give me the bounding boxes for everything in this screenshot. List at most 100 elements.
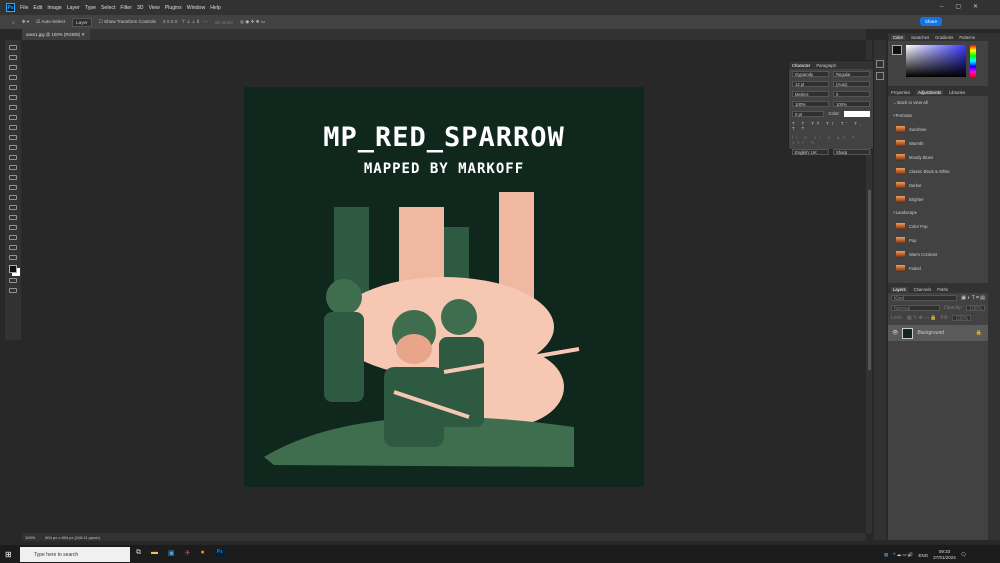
windows-start-icon[interactable]: ⊞ <box>5 550 12 559</box>
pen-tool-icon[interactable] <box>9 195 17 200</box>
adjustment-preset[interactable]: Brighter <box>888 192 988 206</box>
baseline-shift-field[interactable]: 0 pt <box>792 111 825 117</box>
filter-icons[interactable]: ▣ ◐ T ⌗ ▤ <box>961 295 985 301</box>
eraser-tool-icon[interactable] <box>9 155 17 160</box>
character-panel-icon[interactable] <box>876 60 884 68</box>
adjustment-preset[interactable]: Darker <box>888 178 988 192</box>
blur-tool-icon[interactable] <box>9 175 17 180</box>
menu-image[interactable]: Image <box>47 5 61 11</box>
zoom-level[interactable]: 100% <box>25 535 35 540</box>
3d-tool-icons[interactable]: ◎ ◉ ✣ ✥ ▭ <box>240 19 265 25</box>
fill-field[interactable]: 100% <box>952 315 972 322</box>
horizontal-scale-field[interactable]: 100% <box>833 101 870 107</box>
taskbar-search-input[interactable]: Type here to search <box>20 547 130 562</box>
adjustment-preset[interactable]: Classic Black & White <box>888 164 988 178</box>
document-dimensions[interactable]: 804 px x 804 px (118.11 ppcm) <box>45 535 100 540</box>
adjustment-preset[interactable]: Warm Contrast <box>888 247 988 261</box>
gradient-tool-icon[interactable] <box>9 165 17 170</box>
color-picker-field[interactable] <box>906 45 966 77</box>
screen-mode-icon[interactable] <box>9 288 17 293</box>
layer-row-background[interactable]: 👁 Background 🔒 <box>888 325 988 341</box>
adjustment-preset[interactable]: Sunshine <box>888 122 988 136</box>
vertical-scale-field[interactable]: 100% <box>792 101 829 107</box>
opentype-buttons[interactable]: fi ơ st A ad T 1st ½ <box>789 133 873 147</box>
home-icon[interactable]: ⌂ <box>12 20 15 25</box>
tab-gradients[interactable]: Gradients <box>935 35 953 40</box>
paragraph-panel-icon[interactable] <box>876 72 884 80</box>
tab-libraries[interactable]: Libraries <box>949 90 965 95</box>
type-style-buttons[interactable]: T T TT Tт T' T, T T <box>789 119 873 133</box>
auto-select-checkbox[interactable]: ☑ Auto-Select <box>36 19 65 25</box>
menu-edit[interactable]: Edit <box>33 5 42 11</box>
foreground-color-swatch[interactable] <box>892 45 902 55</box>
firefox-icon[interactable]: ● <box>201 549 205 557</box>
widgets-icon[interactable]: ▦ <box>884 552 888 558</box>
align-icons[interactable]: ≡ ≡ ≡ ≡ ⊤ ⊥ ⊥ ‖ ··· <box>163 19 208 25</box>
move-tool-icon[interactable]: ✥ ▾ <box>22 19 29 25</box>
menu-filter[interactable]: Filter <box>120 5 132 11</box>
blend-mode-select[interactable]: Normal <box>891 305 940 312</box>
menu-window[interactable]: Window <box>187 5 205 11</box>
document-tab[interactable]: sass1.jpg @ 100% (RGB/8) ✕ <box>22 29 90 40</box>
menu-view[interactable]: View <box>149 5 160 11</box>
task-view-icon[interactable]: ⧉ <box>136 549 141 557</box>
share-button[interactable]: Share <box>920 17 942 26</box>
quick-mask-icon[interactable] <box>9 278 17 283</box>
lasso-tool-icon[interactable] <box>9 65 17 70</box>
tracking-field[interactable]: 0 <box>833 91 870 97</box>
adjustment-preset[interactable]: Warmth <box>888 136 988 150</box>
adjustment-group-portraits[interactable]: ˅ Portraits <box>888 109 988 122</box>
zoom-tool-icon[interactable] <box>9 245 17 250</box>
tab-layers[interactable]: Layers <box>891 286 908 292</box>
leading-field[interactable]: (Auto) <box>833 81 870 87</box>
tab-character[interactable]: Character <box>792 63 810 68</box>
eyedropper-tool-icon[interactable] <box>9 105 17 110</box>
photoshop-taskbar-icon[interactable]: Ps <box>214 549 225 557</box>
adjustment-preset[interactable]: Faded <box>888 261 988 275</box>
tray-icons[interactable]: ^ ☁ ▭ 🔊 <box>893 552 913 558</box>
healing-tool-icon[interactable] <box>9 115 17 120</box>
notifications-icon[interactable]: 🗨 <box>961 552 967 558</box>
hue-slider[interactable] <box>970 45 976 77</box>
show-transform-checkbox[interactable]: ☐ Show Transform Controls <box>99 19 156 25</box>
layer-filter-select[interactable]: Kind <box>891 295 958 302</box>
menu-help[interactable]: Help <box>210 5 221 11</box>
dodge-tool-icon[interactable] <box>9 185 17 190</box>
visibility-eye-icon[interactable]: 👁 <box>892 330 898 336</box>
more-tools-icon[interactable] <box>9 255 17 260</box>
tab-patterns[interactable]: Patterns <box>959 35 975 40</box>
frame-tool-icon[interactable] <box>9 95 17 100</box>
brush-tool-icon[interactable] <box>9 125 17 130</box>
tab-channels[interactable]: Channels <box>914 287 932 292</box>
adjustment-group-landscape[interactable]: ˅ Landscape <box>888 206 988 219</box>
text-color-swatch[interactable] <box>843 111 871 117</box>
adjustment-preset[interactable]: Color Pop <box>888 219 988 233</box>
marquee-tool-icon[interactable] <box>9 55 17 60</box>
color-swatches[interactable] <box>9 265 17 273</box>
font-style-select[interactable]: Regular <box>833 71 870 77</box>
language-indicator[interactable]: ENG <box>918 553 928 558</box>
tab-color[interactable]: Color <box>891 34 906 40</box>
stamp-tool-icon[interactable] <box>9 135 17 140</box>
hand-tool-icon[interactable] <box>9 235 17 240</box>
lock-icons[interactable]: ▦ ✎ ✥ ▭ 🔒 <box>907 315 937 321</box>
app-icon[interactable]: ✈ <box>185 549 191 557</box>
antialias-select[interactable]: Sharp <box>833 149 870 155</box>
move-tool-icon[interactable] <box>9 45 17 50</box>
menu-file[interactable]: File <box>20 5 28 11</box>
path-select-tool-icon[interactable] <box>9 215 17 220</box>
type-tool-icon[interactable] <box>9 205 17 210</box>
tab-paragraph[interactable]: Paragraph <box>816 63 836 68</box>
menu-layer[interactable]: Layer <box>67 5 80 11</box>
layer-select[interactable]: Layer <box>72 17 92 27</box>
clock[interactable]: 09:33 27/01/2024 <box>933 549 956 561</box>
language-select[interactable]: English: UK <box>792 149 829 155</box>
crop-tool-icon[interactable] <box>9 85 17 90</box>
tab-properties[interactable]: Properties <box>891 90 910 95</box>
quick-select-tool-icon[interactable] <box>9 75 17 80</box>
photos-icon[interactable]: ▣ <box>168 549 175 557</box>
shape-tool-icon[interactable] <box>9 225 17 230</box>
font-family-select[interactable]: Gyparody <box>792 71 829 77</box>
adjustment-preset[interactable]: Moody Blues <box>888 150 988 164</box>
menu-select[interactable]: Select <box>101 5 115 11</box>
